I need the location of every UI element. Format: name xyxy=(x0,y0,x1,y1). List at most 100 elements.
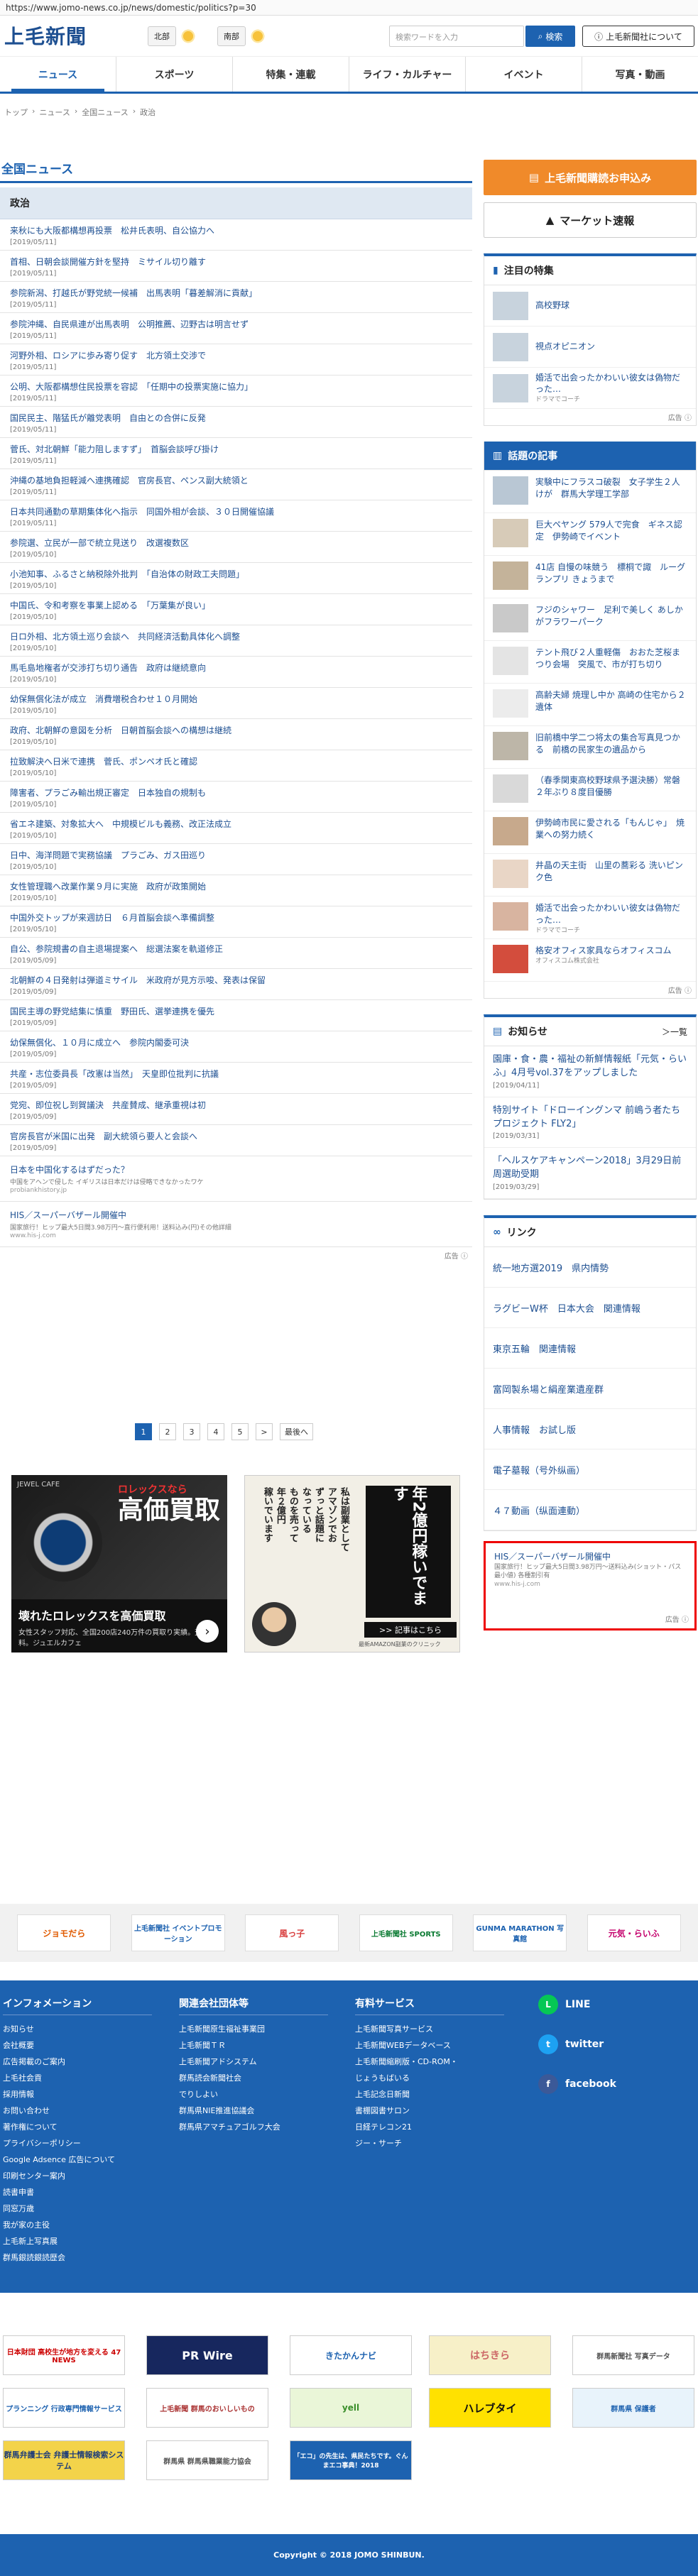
footer-link[interactable]: 著作権について xyxy=(3,2119,152,2135)
footer-link[interactable]: 我が家の主役 xyxy=(3,2217,152,2233)
rolex-ad-banner[interactable]: JEWEL CAFE ロレックスなら 高価買取 壊れたロレックスを高価買取 女性… xyxy=(11,1475,227,1653)
partner-banner[interactable]: 上毛新聞社 イベントプロモーション xyxy=(131,1914,225,1951)
popular-item[interactable]: 高齢夫婦 焼理し中か 高崎の住宅から２遺体 xyxy=(484,684,696,726)
partner-banner[interactable]: 上毛新聞社 SPORTS xyxy=(359,1914,453,1951)
footer-link[interactable]: 上毛社会貢 xyxy=(3,2070,152,2086)
footer-banner[interactable]: 群馬新聞社 写真データ xyxy=(572,2335,694,2375)
article-row[interactable]: 首相、日朝会談開催方針を堅持 ミサイル切り離す [2019/05/11] xyxy=(0,251,472,282)
article-row[interactable]: 拉致解決へ日米で連携 菅氏、ポンペオ氏と確認 [2019/05/10] xyxy=(0,750,472,782)
article-row[interactable]: 来秋にも大阪都構想再投票 松井氏表明、自公協力へ [2019/05/11] xyxy=(0,219,472,251)
tab-features[interactable]: 特集・連載 xyxy=(232,57,349,92)
featured-item[interactable]: 高校野球 xyxy=(484,285,696,327)
text-ad[interactable]: 日本を中国化するはずだった？ 中国をアヘンで侵した イギリスは日本だけは侵略でき… xyxy=(0,1156,472,1202)
footer-banner[interactable]: プランニング 行政専門情報サービス xyxy=(3,2388,125,2428)
footer-banner[interactable]: 群馬県 群馬県職業能力協会 xyxy=(146,2440,268,2480)
sidebar-link[interactable]: ラグビーW杯 日本大会 関連情報 xyxy=(484,1288,696,1329)
footer-link[interactable]: 上毛記念日新聞 xyxy=(355,2086,504,2103)
footer-banner[interactable]: 群馬弁護士会 弁護士情報検索システム xyxy=(3,2440,125,2480)
weather-south[interactable]: 南部 xyxy=(217,26,266,47)
footer-link[interactable]: 書棚図書サロン xyxy=(355,2103,504,2119)
amazon-ad-cta[interactable]: >> 記事はこちら xyxy=(364,1622,457,1638)
footer-link[interactable]: 読書申書 xyxy=(3,2184,152,2200)
footer-banner[interactable]: 上毛新聞 群馬のおいしいもの xyxy=(146,2388,268,2428)
popular-item[interactable]: （春季関東高校野球県予選決勝）常磐 ２年ぶり８度目優勝 xyxy=(484,769,696,811)
article-row[interactable]: 幼保無償化、１０月に成立へ 参院内閣委可決 [2019/05/09] xyxy=(0,1031,472,1063)
popular-item[interactable]: テント飛び２人重軽傷 おおた芝桜まつり会場 突風で、市が打ち切り xyxy=(484,641,696,684)
page-3[interactable]: 3 xyxy=(183,1423,200,1440)
footer-banner[interactable]: PR Wire xyxy=(146,2335,268,2375)
article-row[interactable]: 党宛、即位祝し到賀議決 共産賛成、継承重視は初 [2019/05/09] xyxy=(0,1094,472,1125)
footer-banner[interactable]: 群馬県 保護者 xyxy=(572,2388,694,2428)
social-twitter[interactable]: t twitter xyxy=(538,2024,616,2064)
popular-item[interactable]: 実験中にフラスコ破裂 女子学生２人けが 群馬大学理工学部 xyxy=(484,471,696,513)
article-row[interactable]: 公明、大阪都構想住民投票を容認 「任期中の投票実施に協力」 [2019/05/11… xyxy=(0,376,472,407)
article-row[interactable]: 中国氏、令和考察を事業上認める 「万葉集が良い」 [2019/05/10] xyxy=(0,594,472,625)
social-facebook[interactable]: f facebook xyxy=(538,2064,616,2104)
tab-life-culture[interactable]: ライフ・カルチャー xyxy=(349,57,465,92)
side-text-ad[interactable]: HIS／スーパーバザール開催中 国家旅行！ヒップ最大5日間3.98万円～送料込み… xyxy=(484,1541,697,1631)
popular-item[interactable]: 婚活で出会ったかわいい彼女は偽物だった… ドラマでコーチ xyxy=(484,897,696,939)
featured-item[interactable]: 視点オピニオン xyxy=(484,327,696,368)
popular-item[interactable]: 巨大ペヤング 579人で完食 ギネス認定 伊勢崎でイベント xyxy=(484,513,696,556)
article-row[interactable]: 北朝鮮の４日発射は弾道ミサイル 米政府が見方示唆、発表は保留 [2019/05/0… xyxy=(0,969,472,1000)
ad-label[interactable]: 広告 ⓘ xyxy=(484,409,696,425)
footer-link[interactable]: お問い合わせ xyxy=(3,2103,152,2119)
sidebar-link[interactable]: 人事情報 お試し版 xyxy=(484,1409,696,1450)
article-row[interactable]: 馬毛島地権者が交渉打ち切り通告 政府は継続意向 [2019/05/10] xyxy=(0,657,472,688)
breadcrumb-news[interactable]: ニュース xyxy=(39,106,70,118)
weather-north[interactable]: 北部 xyxy=(148,26,196,47)
partner-banner[interactable]: 元気・らいふ xyxy=(587,1914,681,1951)
search-button[interactable]: ⌕ 検索 xyxy=(525,26,575,47)
footer-banner[interactable]: 日本財団 高校生が地方を変える 47 NEWS xyxy=(3,2335,125,2375)
article-row[interactable]: 日ロ外相、北方領土巡り会談へ 共同経済活動具体化へ調整 [2019/05/10] xyxy=(0,625,472,657)
article-row[interactable]: 日中、海洋問題で実務協議 プラごみ、ガス田巡り [2019/05/10] xyxy=(0,844,472,875)
partner-banner[interactable]: GUNMA MARATHON 写真館 xyxy=(473,1914,567,1951)
article-row[interactable]: 国民主導の野党結集に慎重 野田氏、選挙連携を優先 [2019/05/09] xyxy=(0,1000,472,1031)
footer-link[interactable]: 群馬銀読銀読歴会 xyxy=(3,2249,152,2266)
sidebar-link[interactable]: 富岡製糸場と絹産業遺産群 xyxy=(484,1369,696,1410)
partner-banner[interactable]: 風っ子 xyxy=(245,1914,339,1951)
breadcrumb-national[interactable]: 全国ニュース xyxy=(82,106,128,118)
footer-link[interactable]: 同窓万歳 xyxy=(3,2200,152,2217)
page-5[interactable]: 5 xyxy=(231,1423,249,1440)
subscribe-button[interactable]: ▤ 上毛新聞購読お申込み xyxy=(484,160,697,195)
footer-link[interactable]: 上毛新聞縮刷版・CD-ROM・ xyxy=(355,2054,504,2070)
social-line[interactable]: L LINE xyxy=(538,1985,616,2024)
ad-label[interactable]: 広告 ⓘ xyxy=(0,1247,472,1264)
footer-link[interactable]: 日経テレコン21 xyxy=(355,2119,504,2135)
footer-link[interactable]: 群馬読会新聞社会 xyxy=(179,2070,328,2086)
footer-link[interactable]: プライバシーポリシー xyxy=(3,2135,152,2152)
notice-item[interactable]: 特別サイト「ドローイングンマ 前嶋う者たちプロジェクト FLY2」 [2019/0… xyxy=(484,1097,696,1149)
article-row[interactable]: 共産・志位委員長「改憲は当然」 天皇即位批判に抗議 [2019/05/09] xyxy=(0,1063,472,1094)
tab-photo-video[interactable]: 写真・動画 xyxy=(582,57,698,92)
footer-link[interactable]: でりしよい xyxy=(179,2086,328,2103)
footer-banner[interactable]: ハレブタイ xyxy=(429,2388,551,2428)
page-4[interactable]: 4 xyxy=(207,1423,224,1440)
sidebar-link[interactable]: 電子墓報（号外纵画） xyxy=(484,1449,696,1491)
footer-link[interactable]: 印刷センター案内 xyxy=(3,2168,152,2184)
article-row[interactable]: 参院選、立民が一部で統立見送り 改選複数区 [2019/05/10] xyxy=(0,532,472,563)
article-row[interactable]: 日本共同通勤の草期集体化へ指示 同国外相が会談、３０日開催協議 [2019/05/… xyxy=(0,500,472,532)
featured-item[interactable]: 婚活で出会ったかわいい彼女は偽物だった… ドラマでコーチ xyxy=(484,368,696,409)
popular-item[interactable]: フジのシャワー 足利で美しく あしかがフラワーパーク xyxy=(484,598,696,641)
article-row[interactable]: 自公、参院規書の自主退場提案へ 総選法案を軌道修正 [2019/05/09] xyxy=(0,938,472,969)
about-company-button[interactable]: ⓘ 上毛新聞社について xyxy=(582,26,694,47)
footer-banner[interactable]: 「エコ」の先生は、県民たちです。ぐんまエコ事典！2018 xyxy=(290,2440,412,2480)
article-row[interactable]: 中国外交トップが来週訪日 ６月首脳会談へ準備調整 [2019/05/10] xyxy=(0,906,472,938)
tab-news[interactable]: ニュース xyxy=(0,57,116,92)
footer-link[interactable]: お知らせ xyxy=(3,2021,152,2037)
footer-link[interactable]: 上毛新聞WEBデータベース xyxy=(355,2037,504,2054)
footer-link[interactable]: 上毛新聞写真サービス xyxy=(355,2021,504,2037)
article-row[interactable]: 国民民主、階猛氏が離党表明 自由との合併に反発 [2019/05/11] xyxy=(0,407,472,438)
article-row[interactable]: 菅氏、対北朝鮮「能力阻しますず」 首脳会談呼び掛け [2019/05/11] xyxy=(0,438,472,469)
article-row[interactable]: 幼保無償化法が成立 消費増税合わせ１０月開始 [2019/05/10] xyxy=(0,688,472,719)
page-2[interactable]: 2 xyxy=(159,1423,176,1440)
footer-link[interactable]: 広告掲載のご案内 xyxy=(3,2054,152,2070)
footer-link[interactable]: 上毛新聞ＴＲ xyxy=(179,2037,328,2054)
partner-banner[interactable]: ジョモだら xyxy=(17,1914,111,1951)
article-row[interactable]: 女性管理職へ改業作業９月に実施 政府が政策開始 [2019/05/10] xyxy=(0,875,472,906)
footer-banner[interactable]: yell xyxy=(290,2388,412,2428)
page-1[interactable]: 1 xyxy=(135,1423,152,1440)
footer-link[interactable]: じょうもばいる xyxy=(355,2070,504,2086)
article-row[interactable]: 参院新潟、打越氏が野党統一候補 出馬表明「暮差解消に貢献」 [2019/05/11… xyxy=(0,282,472,313)
